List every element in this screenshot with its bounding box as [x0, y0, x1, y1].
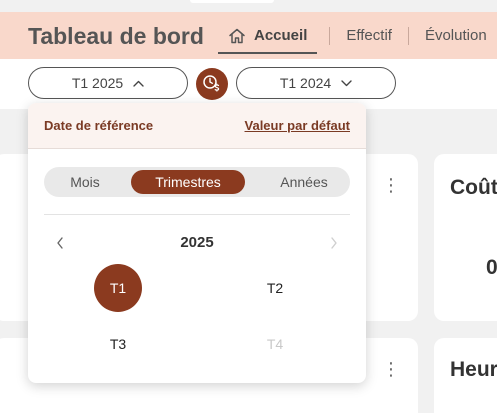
nav-item-evolution[interactable]: Évolution [421, 22, 491, 50]
clock-currency-icon [203, 75, 220, 92]
more-options-icon[interactable]: ⋮ [382, 176, 400, 194]
mode-annees[interactable]: Années [265, 170, 343, 194]
more-options-icon[interactable]: ⋮ [382, 360, 400, 378]
nav-item-label: Évolution [424, 27, 487, 44]
card-title: Coût [450, 176, 497, 199]
granularity-switch: Mois Trimestres Années [44, 167, 350, 197]
main-nav: Accueil Effectif Évolution [218, 12, 491, 59]
picker-header: Date de référence Valeur par défaut [28, 103, 366, 149]
compare-period-button[interactable]: T1 2024 [236, 67, 396, 99]
quarter-t2[interactable]: T2 [251, 264, 299, 312]
dashboard-card-cout: Coût 0 [434, 154, 497, 321]
year-navigator: 2025 [44, 231, 350, 255]
mode-trimestres[interactable]: Trimestres [131, 170, 245, 194]
top-tab-indicator [190, 0, 274, 3]
card-value: 0 [486, 256, 497, 279]
app-title: Tableau de bord [28, 23, 204, 49]
dashboard-card-heures: Heur [434, 338, 497, 413]
reference-date-label: Date de référence [44, 118, 154, 133]
quarter-t4: T4 [266, 336, 284, 352]
compare-toggle-button[interactable] [196, 68, 228, 100]
chevron-down-icon [341, 79, 352, 86]
home-icon [229, 28, 245, 43]
next-year-button[interactable] [326, 235, 342, 251]
default-value-link[interactable]: Valeur par défaut [245, 118, 350, 133]
nav-item-accueil[interactable]: Accueil [218, 22, 318, 54]
compare-period-label: T1 2024 [279, 75, 332, 91]
chevron-right-icon [331, 237, 337, 249]
nav-separator [407, 26, 409, 45]
period-picker-dropdown: Date de référence Valeur par défaut Mois… [28, 103, 366, 383]
card-title: Heur [450, 358, 497, 381]
nav-item-label: Accueil [254, 27, 308, 44]
chevron-up-icon [133, 80, 144, 87]
quarter-t1[interactable]: T1 [94, 264, 142, 312]
divider [44, 214, 350, 215]
app-header: Tableau de bord Accueil Effectif Évoluti… [0, 12, 497, 59]
nav-separator [329, 26, 331, 45]
filter-bar: T1 2025 T1 2024 [0, 59, 497, 109]
top-strip [0, 0, 497, 12]
mode-mois[interactable]: Mois [52, 170, 118, 194]
nav-item-effectif[interactable]: Effectif [342, 22, 396, 50]
year-label: 2025 [180, 234, 214, 251]
quarter-t3[interactable]: T3 [94, 320, 142, 368]
nav-item-label: Effectif [346, 27, 392, 44]
current-period-label: T1 2025 [71, 75, 124, 91]
current-period-button[interactable]: T1 2025 [28, 67, 188, 99]
